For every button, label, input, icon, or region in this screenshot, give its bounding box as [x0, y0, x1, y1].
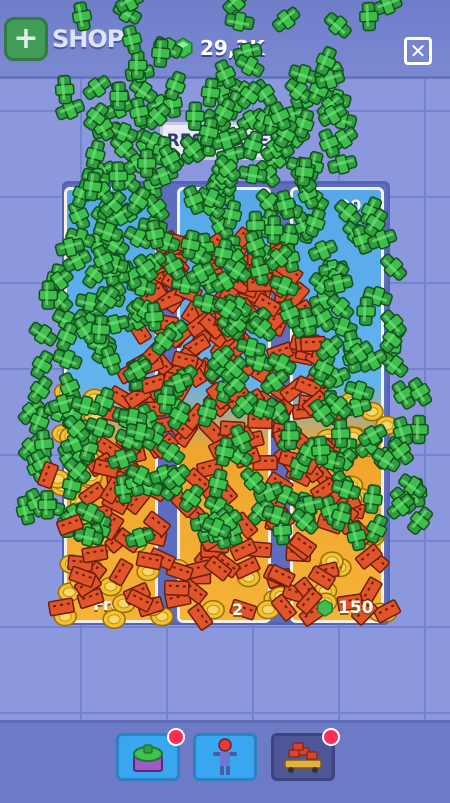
offer-card-mid[interactable] — [177, 187, 271, 623]
character-icon — [213, 738, 237, 775]
gem-chest-icon — [133, 744, 163, 772]
shop-button[interactable]: + SHOP — [4, 14, 154, 64]
offer-mid-price: 2 — [232, 600, 244, 619]
gem-counter: 29,3K — [172, 36, 265, 60]
offer-gems-amount: 30 — [339, 196, 362, 215]
gem-icon — [317, 599, 333, 617]
offer-gems-price: 150 — [338, 598, 374, 618]
tab-gems[interactable] — [116, 728, 185, 781]
close-icon: ✕ — [409, 39, 427, 63]
offer-card-free[interactable]: Free — [64, 187, 158, 623]
resources-title: RESOURCES — [160, 122, 288, 160]
tab-resources[interactable] — [271, 728, 340, 781]
gem-count: 29,3K — [200, 36, 265, 60]
gem-icon — [173, 37, 193, 59]
offer-free-price: Free — [93, 595, 133, 614]
offer-card-gems[interactable] — [290, 187, 384, 623]
shop-label: SHOP — [52, 25, 124, 53]
notification-dot — [167, 728, 185, 746]
plus-icon: + — [4, 17, 48, 61]
offer-gems-price-tag: 150 — [316, 598, 374, 618]
bricks-cart-icon — [284, 742, 322, 773]
top-bar: + SHOP 29,3K ✕ — [0, 0, 450, 79]
offer-mid-amount: 20 — [209, 188, 236, 210]
tab-skins[interactable] — [193, 733, 257, 781]
notification-dot — [322, 728, 340, 746]
close-button[interactable]: ✕ — [404, 37, 432, 65]
